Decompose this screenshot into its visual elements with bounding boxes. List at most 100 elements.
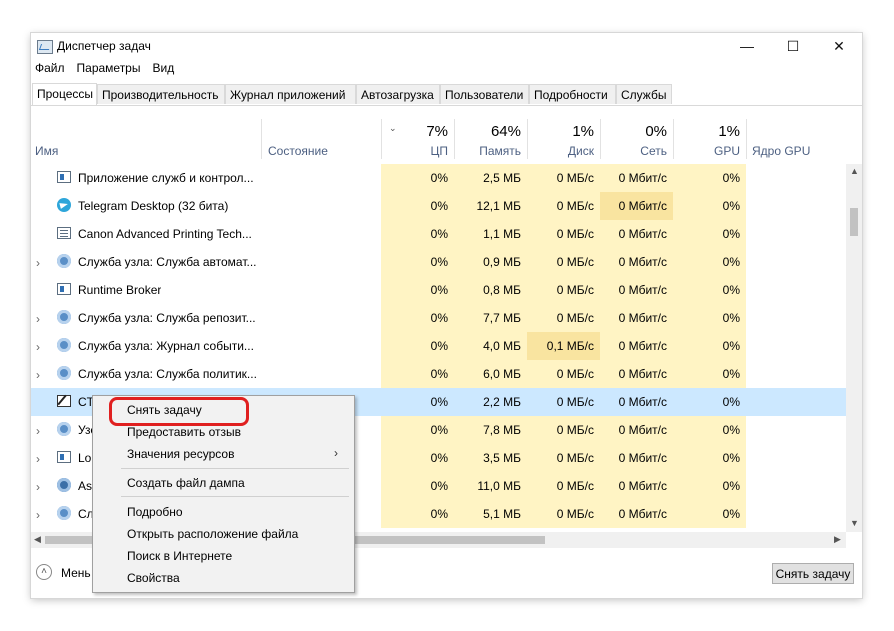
gear-icon xyxy=(57,366,71,380)
gpu-value: 0% xyxy=(722,479,740,493)
end-task-button[interactable]: Снять задачу xyxy=(772,563,854,584)
expand-chevron-icon[interactable]: › xyxy=(36,452,40,466)
close-icon[interactable]: ✕ xyxy=(816,33,862,59)
maximize-icon[interactable]: ☐ xyxy=(770,33,816,59)
window-title: Диспетчер задач xyxy=(57,39,151,53)
network-value: 0 Мбит/с xyxy=(618,311,667,325)
process-name: Служба узла: Служба политик... xyxy=(78,367,257,381)
less-details-link[interactable]: Мень xyxy=(61,566,91,580)
cpu-value: 0% xyxy=(430,367,448,381)
process-name: Служба узла: Служба автомат... xyxy=(78,255,257,269)
tab-performance[interactable]: Производительность xyxy=(97,84,225,104)
network-value: 0 Мбит/с xyxy=(618,367,667,381)
disk-value: 0 МБ/с xyxy=(556,311,594,325)
menu-options[interactable]: Параметры xyxy=(77,61,141,75)
tab-startup[interactable]: Автозагрузка xyxy=(356,84,440,104)
process-row[interactable]: Telegram Desktop (32 бита) 0% 12,1 МБ 0 МБ/… xyxy=(31,192,846,220)
column-name[interactable]: Имя xyxy=(35,144,58,158)
gpu-value: 0% xyxy=(722,423,740,437)
scroll-thumb[interactable] xyxy=(850,208,858,236)
menu-file[interactable]: Файл xyxy=(35,61,65,75)
menu-view[interactable]: Вид xyxy=(152,61,174,75)
disk-value: 0 МБ/с xyxy=(556,255,594,269)
disk-value: 0 МБ/с xyxy=(556,423,594,437)
process-row[interactable]: › Служба узла: Служба репозит... 0% 7,7 МБ 0… xyxy=(31,304,846,332)
cpu-value: 0% xyxy=(430,199,448,213)
process-row[interactable]: Приложение служб и контрол... 0% 2,5 МБ 0 М… xyxy=(31,164,846,192)
chevron-up-icon[interactable]: ˄ xyxy=(36,564,52,580)
menu-item-open-location[interactable]: Открыть расположение файла xyxy=(127,527,298,541)
vertical-scrollbar[interactable]: ▲ ▼ xyxy=(846,164,862,532)
process-row[interactable]: Runtime Broker 0% 0,8 МБ 0 МБ/с 0 Мбит/с 0% xyxy=(31,276,846,304)
column-disk[interactable]: Диск xyxy=(531,144,594,158)
tab-app-history[interactable]: Журнал приложений xyxy=(225,84,356,104)
menu-item-create-dump[interactable]: Создать файл дампа xyxy=(127,476,245,490)
network-value: 0 Мбит/с xyxy=(618,199,667,213)
menu-item-feedback[interactable]: Предоставить отзыв xyxy=(127,425,241,439)
window-icon xyxy=(57,451,71,463)
scroll-up-icon[interactable]: ▲ xyxy=(850,166,859,176)
column-gpu-engine[interactable]: Ядро GPU xyxy=(752,144,810,158)
expand-chevron-icon[interactable]: › xyxy=(36,480,40,494)
scroll-right-icon[interactable]: ▶ xyxy=(834,534,841,545)
process-name: Служба узла: Журнал событи... xyxy=(78,339,254,353)
minimize-icon[interactable]: — xyxy=(724,33,770,59)
expand-chevron-icon[interactable]: › xyxy=(36,340,40,354)
disk-total: 1% xyxy=(572,123,594,140)
column-memory[interactable]: Память xyxy=(461,144,521,158)
disk-value: 0 МБ/с xyxy=(556,171,594,185)
cpu-value: 0% xyxy=(430,283,448,297)
process-name: Telegram Desktop (32 бита) xyxy=(78,199,229,213)
scroll-down-icon[interactable]: ▼ xyxy=(850,518,859,528)
menu-item-search-online[interactable]: Поиск в Интернете xyxy=(127,549,232,563)
annotation-highlight xyxy=(109,397,249,426)
gpu-value: 0% xyxy=(722,171,740,185)
network-value: 0 Мбит/с xyxy=(618,507,667,521)
gpu-value: 0% xyxy=(722,227,740,241)
cpu-value: 0% xyxy=(430,227,448,241)
expand-chevron-icon[interactable]: › xyxy=(36,424,40,438)
cpu-value: 0% xyxy=(430,423,448,437)
disk-value: 0 МБ/с xyxy=(556,199,594,213)
disk-value: 0 МБ/с xyxy=(556,451,594,465)
process-row[interactable]: › Служба узла: Служба автомат... 0% 0,9 МБ 0… xyxy=(31,248,846,276)
gpu-value: 0% xyxy=(722,283,740,297)
gpu-total: 1% xyxy=(718,123,740,140)
menu-item-properties[interactable]: Свойства xyxy=(127,571,180,585)
process-row[interactable]: › Служба узла: Служба политик... 0% 6,0 МБ 0… xyxy=(31,360,846,388)
menu-item-details[interactable]: Подробно xyxy=(127,505,183,519)
menu-item-resource-values[interactable]: Значения ресурсов xyxy=(127,447,234,461)
scroll-left-icon[interactable]: ◀ xyxy=(34,534,41,545)
disk-value: 0 МБ/с xyxy=(556,395,594,409)
menu-bar: Файл Параметры Вид xyxy=(31,61,182,79)
expand-chevron-icon[interactable]: › xyxy=(36,256,40,270)
column-gpu[interactable]: GPU xyxy=(681,144,740,158)
disk-value: 0 МБ/с xyxy=(556,367,594,381)
expand-chevron-icon[interactable]: › xyxy=(36,368,40,382)
app-icon xyxy=(57,478,71,492)
memory-value: 7,8 МБ xyxy=(483,423,521,437)
column-cpu[interactable]: ЦП xyxy=(391,144,448,158)
gpu-value: 0% xyxy=(722,339,740,353)
telegram-icon xyxy=(57,198,71,212)
disk-value: 0 МБ/с xyxy=(556,479,594,493)
process-row[interactable]: › Служба узла: Журнал событи... 0% 4,0 МБ 0,… xyxy=(31,332,846,360)
tab-services[interactable]: Службы xyxy=(616,84,672,104)
menu-separator xyxy=(121,468,349,469)
gear-icon xyxy=(57,254,71,268)
process-row[interactable]: Canon Advanced Printing Tech... 0% 1,1 МБ 0… xyxy=(31,220,846,248)
expand-chevron-icon[interactable]: › xyxy=(36,312,40,326)
process-name: Runtime Broker xyxy=(78,283,162,297)
expand-chevron-icon[interactable]: › xyxy=(36,508,40,522)
column-network[interactable]: Сеть xyxy=(606,144,667,158)
tab-processes[interactable]: Процессы xyxy=(32,83,97,105)
tab-users[interactable]: Пользователи xyxy=(440,84,529,104)
process-name: As xyxy=(78,479,93,493)
column-divider xyxy=(454,119,455,159)
network-value: 0 Мбит/с xyxy=(618,423,667,437)
memory-value: 6,0 МБ xyxy=(483,367,521,381)
tab-details[interactable]: Подробности xyxy=(529,84,616,104)
column-status[interactable]: Состояние xyxy=(268,144,328,158)
column-divider xyxy=(746,119,747,159)
network-value: 0 Мбит/с xyxy=(618,395,667,409)
